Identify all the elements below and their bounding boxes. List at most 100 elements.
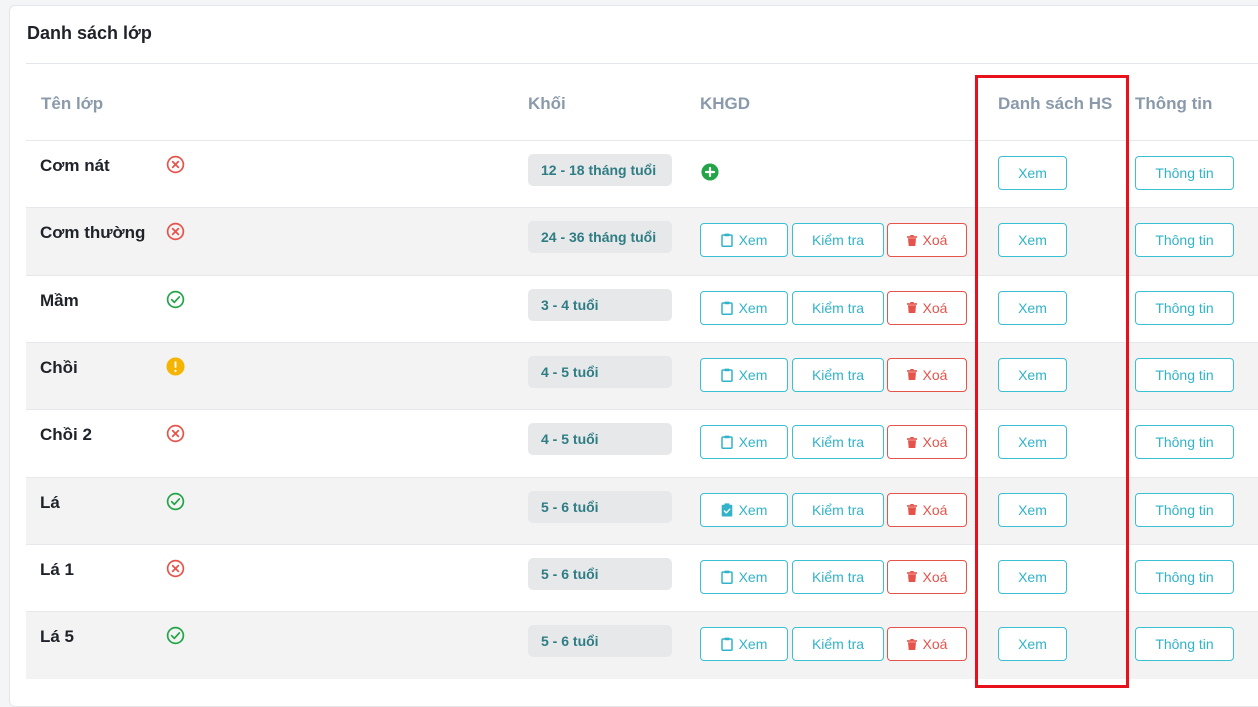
grade-badge: 3 - 4 tuổi [528,288,672,321]
delete-plan-label: Xoá [922,434,948,451]
clipboard-icon [720,301,733,315]
check-plan-button[interactable]: Kiểm tra [792,357,884,392]
check-circle-icon [166,290,185,309]
class-name: Chồi 2 [40,425,92,445]
check-plan-label: Kiểm tra [811,299,865,316]
view-plan-button[interactable]: Xem [700,492,788,527]
view-plan-label: Xem [738,299,768,316]
check-plan-button[interactable]: Kiểm tra [792,627,884,662]
delete-plan-label: Xoá [922,299,948,316]
grade-badge: 5 - 6 tuổi [528,557,672,590]
class-info-label: Thông tin [1155,636,1214,653]
clipboard-icon [720,368,733,382]
delete-plan-label: Xoá [922,636,948,653]
delete-plan-button[interactable]: Xoá [887,559,967,594]
view-plan-label: Xem [738,366,768,383]
view-plan-label: Xem [738,501,768,518]
x-circle-icon [166,559,185,578]
view-plan-button[interactable]: Xem [700,425,788,460]
grade-badge: 5 - 6 tuổi [528,625,672,658]
delete-plan-button[interactable]: Xoá [887,425,967,460]
check-plan-button[interactable]: Kiểm tra [792,559,884,594]
check-plan-label: Kiểm tra [811,636,865,653]
class-name: Cơm thường [40,223,146,243]
view-plan-button[interactable]: Xem [700,223,788,258]
class-info-button[interactable]: Thông tin [1135,156,1234,190]
class-info-button[interactable]: Thông tin [1135,492,1234,527]
trash-icon [906,638,917,650]
class-info-label: Thông tin [1155,232,1214,249]
x-circle-icon [166,155,185,174]
grade-badge: 24 - 36 tháng tuổi [528,221,672,254]
header-info: Thông tin [1135,94,1213,113]
delete-plan-button[interactable]: Xoá [887,627,967,662]
delete-plan-label: Xoá [922,501,948,518]
check-plan-button[interactable]: Kiểm tra [792,290,884,325]
header-class-name: Tên lớp [41,94,104,113]
class-name: Cơm nát [40,156,110,175]
class-info-label: Thông tin [1155,434,1214,451]
add-plan-icon[interactable] [701,163,719,181]
clipboard-icon [720,637,733,652]
class-name: Lá 5 [40,627,75,647]
delete-plan-button[interactable]: Xoá [887,492,967,527]
page-title: Danh sách lớp [27,23,152,43]
view-plan-button[interactable]: Xem [700,290,788,325]
trash-icon [906,571,917,583]
delete-plan-button[interactable]: Xoá [887,357,967,392]
trash-icon [906,302,917,314]
x-circle-icon [166,424,185,443]
class-info-button[interactable]: Thông tin [1135,559,1234,594]
check-plan-label: Kiểm tra [811,501,865,518]
trash-icon [906,504,917,515]
check-plan-button[interactable]: Kiểm tra [792,425,884,460]
class-info-label: Thông tin [1155,299,1214,316]
class-info-button[interactable]: Thông tin [1135,357,1234,392]
class-info-label: Thông tin [1155,165,1214,181]
grade-badge: 4 - 5 tuổi [528,423,672,456]
class-name: Mầm [40,290,79,310]
class-name: Lá [40,492,60,512]
delete-plan-label: Xoá [922,568,948,585]
header-grade: Khối [528,94,566,113]
grade-badge: 4 - 5 tuổi [528,355,672,388]
delete-plan-button[interactable]: Xoá [887,223,967,258]
check-plan-label: Kiểm tra [811,434,865,451]
class-name: Chồi [40,357,78,377]
class-info-button[interactable]: Thông tin [1135,290,1234,325]
title-divider [26,63,1258,64]
view-plan-label: Xem [738,232,768,249]
class-info-label: Thông tin [1155,501,1214,518]
delete-plan-button[interactable]: Xoá [887,290,967,325]
view-plan-label: Xem [738,636,768,653]
clipboard-icon [720,435,733,450]
view-plan-button[interactable]: Xem [700,357,788,392]
student-list-column-highlight [975,75,1129,688]
check-plan-button[interactable]: Kiểm tra [792,223,884,258]
grade-badge: 12 - 18 tháng tuổi [528,154,672,186]
view-plan-label: Xem [738,568,768,585]
grade-badge: 5 - 6 tuổi [528,490,672,523]
check-plan-label: Kiểm tra [811,232,865,249]
check-circle-icon [166,626,185,645]
check-plan-label: Kiểm tra [811,366,865,383]
trash-icon [906,234,917,246]
trash-icon [906,369,917,381]
warning-circle-icon [166,357,185,376]
view-plan-button[interactable]: Xem [700,559,788,594]
delete-plan-label: Xoá [922,366,948,383]
class-info-button[interactable]: Thông tin [1135,627,1234,662]
check-plan-label: Kiểm tra [811,568,865,585]
class-info-button[interactable]: Thông tin [1135,425,1234,460]
view-plan-button[interactable]: Xem [700,627,788,662]
class-name: Lá 1 [40,559,75,579]
clipboard-icon [720,570,733,584]
clipboard-icon [720,233,733,248]
check-circle-icon [166,492,185,511]
header-khgd: KHGD [700,94,751,113]
delete-plan-label: Xoá [922,232,948,249]
class-info-label: Thông tin [1155,366,1214,383]
check-plan-button[interactable]: Kiểm tra [792,492,884,527]
class-info-button[interactable]: Thông tin [1135,223,1234,258]
trash-icon [906,436,917,448]
